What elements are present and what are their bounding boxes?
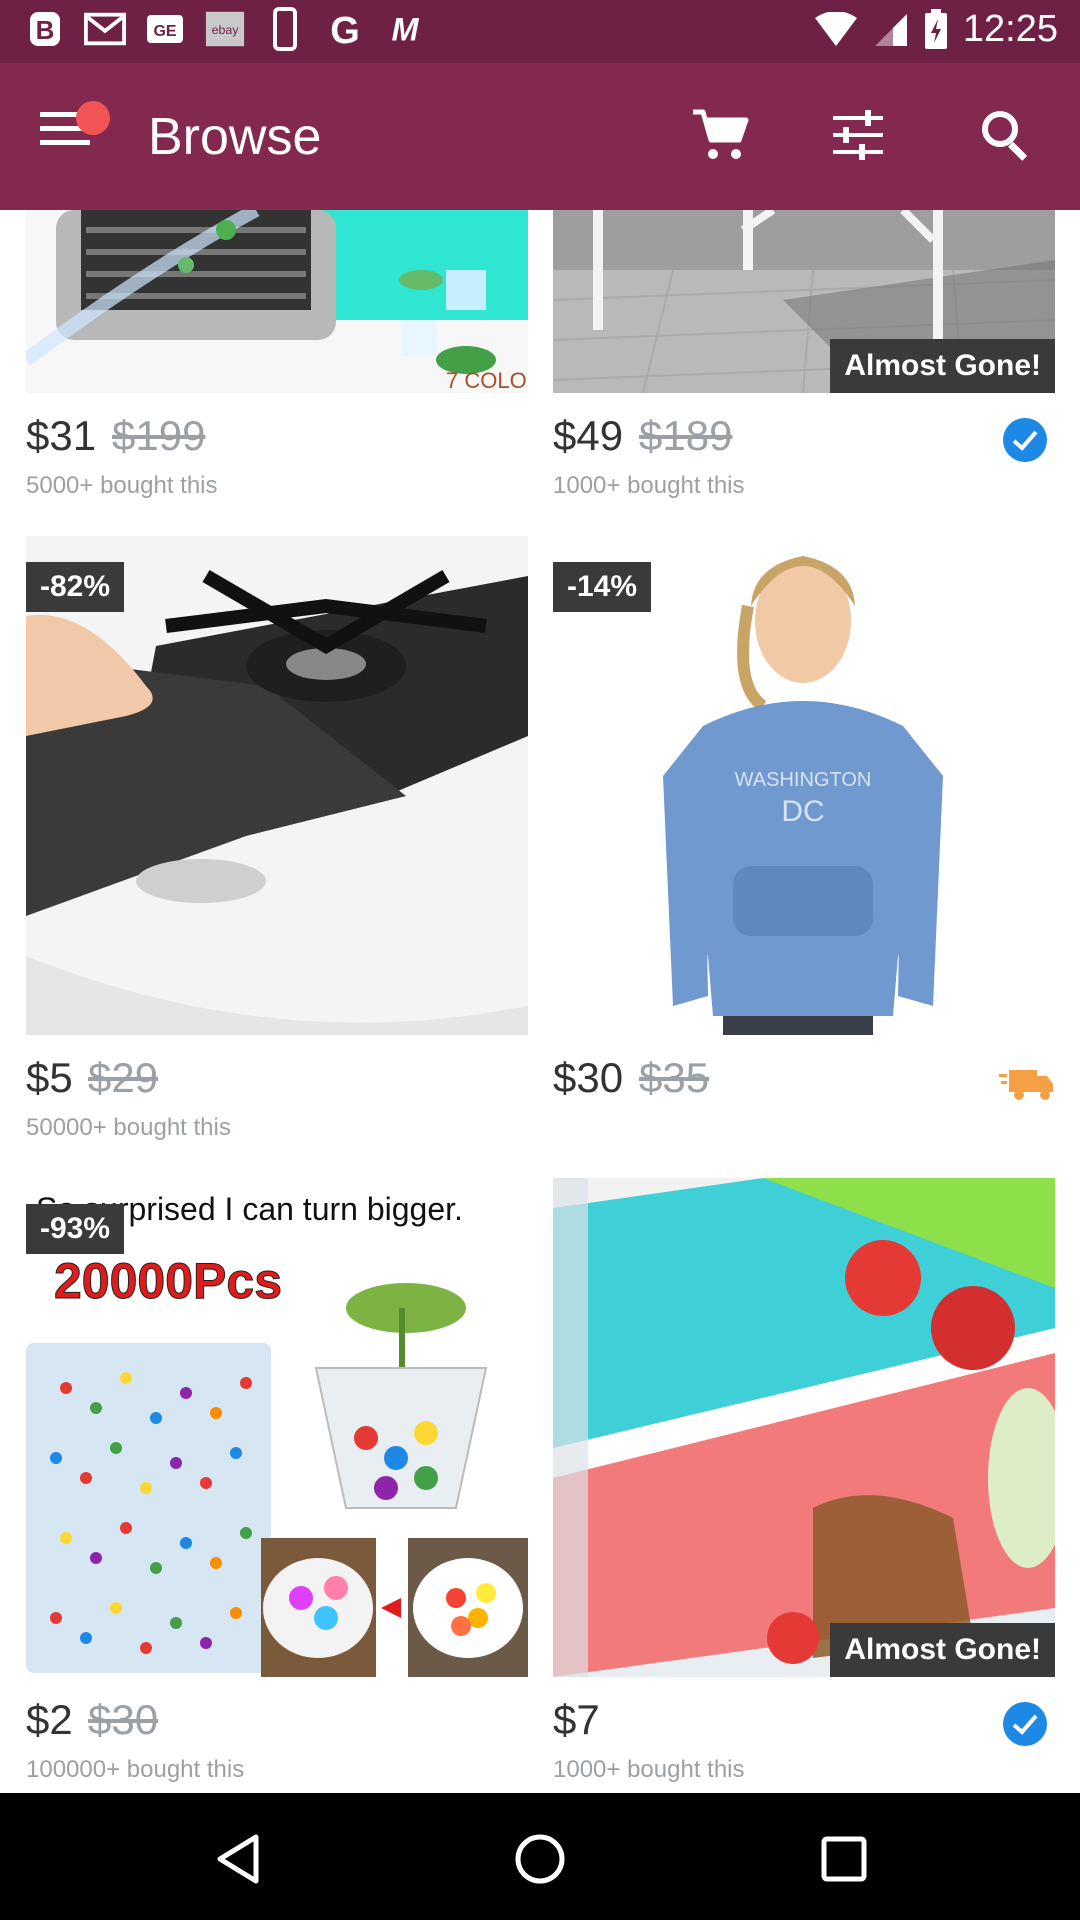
original-price: $29: [88, 1054, 159, 1101]
filter-button[interactable]: [822, 99, 894, 171]
bought-count: 100000+ bought this: [26, 1756, 245, 1783]
b-label: B: [36, 15, 55, 45]
price: $30: [553, 1054, 624, 1101]
price: $2: [26, 1696, 73, 1743]
gmail-icon: [84, 8, 126, 50]
page-title: Browse: [148, 108, 322, 166]
ge-label: GE: [153, 23, 176, 40]
product-card[interactable]: WASHINGTON DC -14% $30 $35: [553, 536, 1055, 1156]
almost-gone-badge: Almost Gone!: [830, 1623, 1055, 1677]
recents-icon: [821, 1836, 867, 1882]
product-card[interactable]: Almost Gone! $7 1000+ bought this: [553, 1178, 1055, 1793]
app-bar: Browse: [0, 63, 1080, 210]
bought-count: 1000+ bought this: [553, 1756, 745, 1783]
phone-icon: [264, 7, 306, 51]
m-icon: M: [384, 8, 426, 50]
bought-count: 50000+ bought this: [26, 1114, 231, 1141]
search-button[interactable]: [970, 99, 1042, 171]
original-price: $30: [88, 1696, 159, 1743]
product-card[interactable]: So surprised I can turn bigger. 20000Pcs: [26, 1178, 528, 1793]
product-image-caption: 7 COLORS: [446, 368, 528, 393]
product-image[interactable]: 7 COLORS: [26, 210, 528, 393]
recents-button[interactable]: [814, 1829, 874, 1889]
original-price: $199: [112, 412, 206, 459]
m-label: M: [391, 11, 419, 47]
original-price: $189: [639, 412, 733, 459]
discount-badge: -14%: [553, 562, 652, 612]
navigation-bar: [0, 1793, 1080, 1920]
cart-icon: [693, 109, 749, 159]
verified-check-icon: [1003, 1702, 1047, 1746]
search-icon: [982, 111, 1028, 161]
price-row: $2 $30: [26, 1696, 528, 1752]
product-image-text: WASHINGTON: [735, 769, 872, 791]
g-label: G: [330, 10, 360, 50]
wifi-icon: [814, 11, 857, 46]
ge-icon: GE: [144, 8, 186, 50]
verified-check-icon: [1003, 418, 1047, 462]
product-card[interactable]: 7 COLORS $31 $199 5000+ bought this: [26, 210, 528, 500]
bought-count: 1000+ bought this: [553, 472, 745, 499]
filter-sliders-icon: [833, 110, 883, 160]
product-grid: 7 COLORS $31 $199 5000+ bought this Almo…: [0, 210, 1080, 1793]
home-button[interactable]: [510, 1829, 570, 1889]
clock: 12:25: [962, 8, 1058, 50]
ebay-icon: ebay: [204, 8, 246, 50]
price-row: $30 $35: [553, 1054, 1055, 1110]
price-row: $31 $199: [26, 412, 528, 468]
price-row: $5 $29: [26, 1054, 528, 1110]
price: $49: [553, 412, 624, 459]
bold-b-icon: B: [24, 8, 66, 50]
product-image[interactable]: WASHINGTON DC -14%: [553, 536, 1055, 1035]
battery-charging-icon: [924, 8, 947, 49]
price: $31: [26, 412, 97, 459]
truck-icon: [999, 1070, 1053, 1100]
system-status: 12:25: [813, 8, 1058, 51]
price: $7: [553, 1696, 600, 1743]
notification-icons: B GE ebay G M: [24, 7, 426, 51]
original-price: $35: [639, 1054, 710, 1101]
discount-badge: -93%: [26, 1204, 125, 1254]
status-bar: B GE ebay G M 12:25: [0, 0, 1080, 63]
price: $5: [26, 1054, 73, 1101]
discount-badge: -82%: [26, 562, 125, 612]
product-card[interactable]: Almost Gone! $49 $189 1000+ bought this: [553, 210, 1055, 500]
cell-signal-icon: [874, 13, 907, 46]
back-icon: [217, 1834, 259, 1884]
bought-count: 5000+ bought this: [26, 472, 218, 499]
product-image[interactable]: So surprised I can turn bigger. 20000Pcs: [26, 1178, 528, 1677]
product-image[interactable]: Almost Gone!: [553, 210, 1055, 393]
product-image[interactable]: Almost Gone!: [553, 1178, 1055, 1677]
product-card[interactable]: -82% $5 $29 50000+ bought this: [26, 536, 528, 1156]
cart-button[interactable]: [684, 99, 756, 171]
almost-gone-badge: Almost Gone!: [830, 339, 1055, 393]
price-row: $49 $189: [553, 412, 1055, 468]
product-image-text: 20000Pcs: [54, 1253, 282, 1309]
price-row: $7: [553, 1696, 1055, 1752]
home-icon: [515, 1834, 565, 1884]
product-image-text: DC: [781, 795, 824, 828]
google-g-icon: G: [324, 8, 366, 50]
notification-dot: [76, 101, 110, 135]
back-button[interactable]: [208, 1829, 268, 1889]
product-image[interactable]: -82%: [26, 536, 528, 1035]
ebay-label: ebay: [212, 23, 240, 37]
